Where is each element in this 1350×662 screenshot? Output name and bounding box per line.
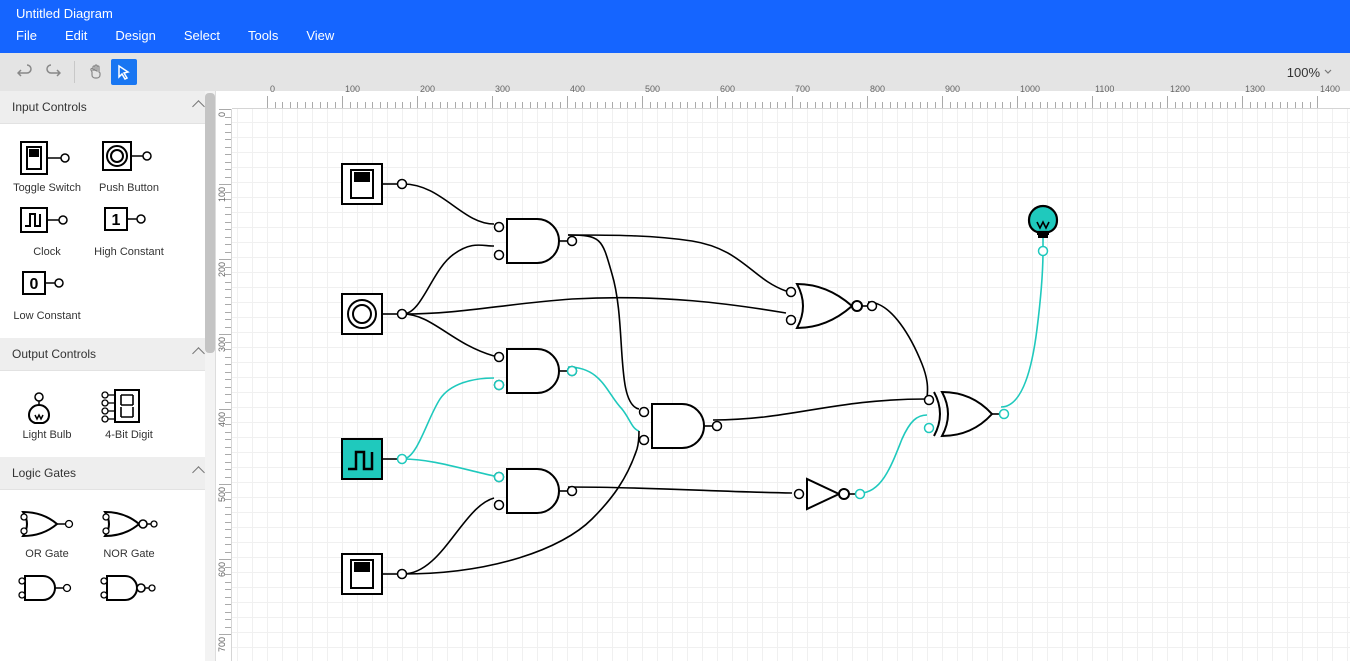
component-bulb1[interactable] — [1029, 206, 1057, 246]
palette-label: High Constant — [94, 246, 164, 258]
ruler-horizontal: 0100200300400500600700800900100011001200… — [232, 91, 1350, 109]
sidebar-section-header[interactable]: Logic Gates — [0, 457, 215, 490]
chevron-up-icon — [194, 347, 203, 361]
menu-edit[interactable]: Edit — [65, 28, 87, 43]
redo-button[interactable] — [40, 59, 66, 85]
palette-toggle-switch[interactable]: Toggle Switch — [6, 134, 88, 194]
component-sw2[interactable] — [342, 554, 397, 594]
component-nor1[interactable] — [797, 284, 867, 328]
menu-file[interactable]: File — [16, 28, 37, 43]
toggle-switch-icon — [17, 134, 77, 182]
palette-label: Light Bulb — [23, 429, 72, 441]
component-xor1[interactable] — [934, 392, 999, 436]
sidebar-section-body: Light Bulb 4-Bit Digit — [0, 371, 215, 457]
zoom-dropdown[interactable]: 100% — [1287, 65, 1338, 80]
component-and2[interactable] — [507, 349, 567, 393]
scrollbar-thumb[interactable] — [205, 93, 215, 353]
palette-label: Clock — [33, 246, 61, 258]
palette-label: 4-Bit Digit — [105, 429, 153, 441]
document-title: Untitled Diagram — [0, 0, 1350, 28]
pointer-icon — [116, 64, 132, 80]
const-0-icon: 0 — [17, 262, 77, 310]
component-not1[interactable] — [807, 479, 855, 509]
scrollbar[interactable] — [205, 91, 215, 661]
const-1-icon: 1 — [99, 198, 159, 246]
sidebar: Input Controls Toggle Switch Push Button Cl… — [0, 91, 216, 661]
nand-icon — [99, 564, 159, 612]
hand-icon — [88, 64, 104, 80]
sidebar-section-title: Logic Gates — [12, 466, 76, 480]
palette-label: Low Constant — [13, 310, 80, 322]
clock-icon — [17, 198, 77, 246]
palette-nand[interactable] — [88, 564, 170, 612]
canvas[interactable] — [232, 109, 1350, 661]
component-btn1[interactable] — [342, 294, 397, 334]
nor-icon — [99, 500, 159, 548]
sidebar-section-header[interactable]: Output Controls — [0, 338, 215, 371]
palette-label: Push Button — [99, 182, 159, 194]
toolbar-separator — [74, 61, 75, 83]
palette-const-0[interactable]: 0 Low Constant — [6, 262, 88, 322]
menu-design[interactable]: Design — [115, 28, 155, 43]
sidebar-section-body: OR Gate NOR Gate — [0, 490, 215, 628]
diagram-svg — [232, 109, 1350, 661]
svg-text:1: 1 — [112, 212, 121, 229]
palette-bulb[interactable]: Light Bulb — [6, 381, 88, 441]
bulb-icon — [17, 381, 77, 429]
canvas-wrap: 0100200300400500600700800900100011001200… — [216, 91, 1350, 661]
palette-label: Toggle Switch — [13, 182, 81, 194]
sidebar-section-title: Input Controls — [12, 100, 87, 114]
sidebar-section-body: Toggle Switch Push Button Clock 1 High Const… — [0, 124, 215, 338]
component-and3[interactable] — [507, 469, 567, 513]
chevron-down-icon — [1324, 68, 1332, 76]
toolbar: 100% — [0, 53, 1350, 91]
menu-select[interactable]: Select — [184, 28, 220, 43]
palette-digit[interactable]: 4-Bit Digit — [88, 381, 170, 441]
pan-tool-button[interactable] — [83, 59, 109, 85]
undo-button[interactable] — [12, 59, 38, 85]
palette-or[interactable]: OR Gate — [6, 500, 88, 560]
and-icon — [17, 564, 77, 612]
undo-icon — [17, 64, 33, 80]
redo-icon — [45, 64, 61, 80]
palette-clock[interactable]: Clock — [6, 198, 88, 258]
palette-push-button[interactable]: Push Button — [88, 134, 170, 194]
palette-const-1[interactable]: 1 High Constant — [88, 198, 170, 258]
palette-nor[interactable]: NOR Gate — [88, 500, 170, 560]
palette-label: OR Gate — [25, 548, 68, 560]
component-and4[interactable] — [652, 404, 712, 448]
digit-icon — [99, 381, 159, 429]
palette-label: NOR Gate — [103, 548, 154, 560]
menu-bar: File Edit Design Select Tools View — [0, 28, 1350, 53]
zoom-value: 100% — [1287, 65, 1320, 80]
chevron-up-icon — [194, 100, 203, 114]
component-clk1[interactable] — [342, 439, 397, 479]
sidebar-section-title: Output Controls — [12, 347, 96, 361]
component-and1[interactable] — [507, 219, 567, 263]
push-button-icon — [99, 134, 159, 182]
sidebar-section-header[interactable]: Input Controls — [0, 91, 215, 124]
ruler-vertical: 0100200300400500600700 — [216, 109, 232, 661]
palette-and[interactable] — [6, 564, 88, 612]
menu-tools[interactable]: Tools — [248, 28, 278, 43]
svg-text:0: 0 — [30, 276, 39, 293]
pointer-tool-button[interactable] — [111, 59, 137, 85]
menu-view[interactable]: View — [306, 28, 334, 43]
component-sw1[interactable] — [342, 164, 397, 204]
chevron-up-icon — [194, 466, 203, 480]
or-icon — [17, 500, 77, 548]
